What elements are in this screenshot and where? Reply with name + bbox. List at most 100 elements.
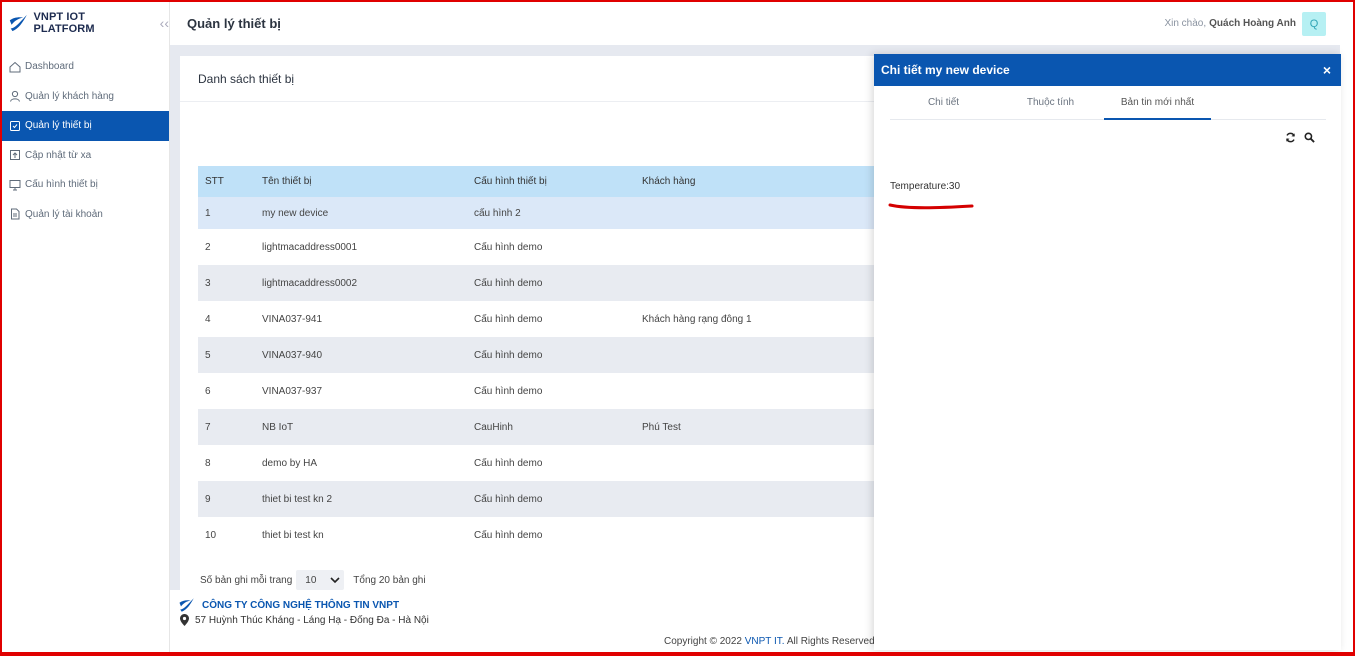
table-row[interactable]: 6 VINA037-937 Cấu hình demo [198,373,880,409]
column-header-customer: Khách hàng [642,176,696,187]
divider [180,101,880,102]
device-detail-panel: Chi tiết my new device × Chi tiết Thuộc t… [874,54,1341,650]
user-icon [9,90,21,102]
table-cell: 7 [205,421,211,433]
panel-tools [1285,132,1315,143]
address-text: 57 Huỳnh Thúc Kháng - Láng Hạ - Đống Đa … [195,614,429,626]
brand: VNPT IOT PLATFORM ‹‹ [2,2,169,44]
sidebar-item-5[interactable]: Cấu hình thiết bị [2,170,169,200]
table-cell: cấu hình 2 [474,207,521,219]
table-row[interactable]: 5 VINA037-940 Cấu hình demo [198,337,880,373]
table-row[interactable]: 10 thiet bi test kn Cấu hình demo [198,517,880,553]
page-size-select[interactable]: 10 [296,570,345,590]
red-annotation-underline [888,203,974,210]
copyright-prefix: Copyright © 2022 [664,636,742,647]
table-cell: thiet bi test kn [262,529,324,541]
table-row[interactable]: 4 VINA037-941 Cấu hình demo Khách hàng rạng… [198,301,880,337]
table-cell: Cấu hình demo [474,313,543,325]
page-title: Quản lý thiết bị [187,16,281,31]
search-icon[interactable] [1304,132,1315,143]
table-cell: 9 [205,493,211,505]
table-cell: demo by HA [262,457,318,469]
table-row[interactable]: 9 thiet bi test kn 2 Cấu hình demo [198,481,880,517]
sidebar-item-label: Quản lý tài khoản [25,208,103,220]
table-cell: Cấu hình demo [474,277,543,289]
table-cell: Cấu hình demo [474,493,543,505]
table-cell: 4 [205,313,211,325]
footer-address: 57 Huỳnh Thúc Kháng - Láng Hạ - Đống Đa … [180,614,429,626]
copyright-suffix: All Rights Reserved [786,636,875,647]
table-cell: Phú Test [642,421,681,433]
sidebar-item-3[interactable]: Quản lý thiết bị [2,111,169,141]
table-row[interactable]: 8 demo by HA Cấu hình demo [198,445,880,481]
table-cell: Cấu hình demo [474,241,543,253]
device-list-title: Danh sách thiết bị [198,72,295,86]
table-cell: VINA037-940 [262,349,323,361]
company-name: CÔNG TY CÔNG NGHỆ THÔNG TIN VNPT [202,599,400,611]
sidebar-item-label: Dashboard [25,61,74,73]
table-row[interactable]: 3 lightmacaddress0002 Cấu hình demo [198,265,880,301]
sidebar-item-label: Cấu hình thiết bị [25,179,98,191]
total-records: Tổng 20 bản ghi [353,574,426,586]
panel-title: Chi tiết my new device [881,63,1010,77]
sidebar-item-6[interactable]: Quản lý tài khoản [2,200,169,230]
panel-header: Chi tiết my new device × [874,54,1341,86]
table-cell: my new device [262,207,329,219]
table-cell: 3 [205,277,211,289]
device-icon [9,120,21,132]
table-cell: lightmacaddress0001 [262,241,358,253]
table-cell: thiet bi test kn 2 [262,493,333,505]
copyright: Copyright © 2022 VNPT IT. All Rights Res… [664,636,875,647]
sidebar-item-1[interactable]: Dashboard [2,52,169,82]
page-size-label: Số bản ghi mỗi trang [200,574,293,586]
table-cell: Cấu hình demo [474,457,543,469]
table-cell: 5 [205,349,211,361]
latest-telemetry: Temperature:30 [890,181,961,192]
chevron-down-icon [330,577,340,584]
close-icon[interactable]: × [1323,62,1331,78]
table-cell: 10 [205,529,217,541]
table-row[interactable]: 1 my new device cấu hình 2 [198,197,880,229]
table-cell: 8 [205,457,211,469]
sidebar-item-label: Quản lý thiết bị [25,120,92,132]
device-table: STT Tên thiết bị Cấu hình thiết bị Khách… [198,166,880,553]
user-name: Quách Hoàng Anh [1209,18,1296,29]
sidebar-item-4[interactable]: Cập nhật từ xa [2,141,169,171]
panel-tabs: Chi tiết Thuộc tính Bản tin mới nhất [890,92,1326,120]
table-body: 1 my new device cấu hình 2 2 lightmacaddress… [198,197,880,553]
upload-icon [9,149,21,161]
user-area: Xin chào, Quách Hoàng Anh Q [1164,11,1326,36]
table-cell: Cấu hình demo [474,529,543,541]
collapse-sidebar-icon[interactable]: ‹‹ [160,15,169,31]
table-cell: VINA037-941 [262,313,323,325]
table-cell: lightmacaddress0002 [262,277,358,289]
tab-3[interactable]: Bản tin mới nhất [1104,92,1211,120]
table-cell: 2 [205,241,211,253]
sidebar-item-label: Quản lý khách hàng [25,90,114,102]
tab-2[interactable]: Thuộc tính [997,92,1104,119]
device-list-card: Danh sách thiết bị STT Tên thiết bị Cấu … [180,56,880,590]
sidebar-menu: Dashboard Quản lý khách hàng Quản lý thiết… [2,52,169,229]
footer-company: CÔNG TY CÔNG NGHỆ THÔNG TIN VNPT [178,596,399,614]
tab-1[interactable]: Chi tiết [890,92,997,119]
pagination: Số bản ghi mỗi trang 10 Tổng 20 bản ghi [200,570,426,590]
table-row[interactable]: 2 lightmacaddress0001 Cấu hình demo [198,229,880,265]
table-cell: CauHinh [474,421,513,433]
sidebar-item-2[interactable]: Quản lý khách hàng [2,82,169,112]
table-cell: Cấu hình demo [474,385,543,397]
vnpt-logo-icon [9,14,27,32]
top-header: Quản lý thiết bị Xin chào, Quách Hoàng A… [170,2,1340,45]
brand-name: VNPT IOT PLATFORM [33,11,95,35]
table-cell: VINA037-937 [262,385,323,397]
home-icon [9,61,21,73]
table-row[interactable]: 7 NB IoT CauHinh Phú Test [198,409,880,445]
avatar[interactable]: Q [1302,11,1326,36]
refresh-icon[interactable] [1285,132,1296,143]
sidebar-item-label: Cập nhật từ xa [25,149,92,161]
location-pin-icon [180,614,189,626]
column-header-name: Tên thiết bị [262,176,312,187]
file-icon [9,208,21,220]
table-cell: 1 [205,207,211,219]
table-cell: Cấu hình demo [474,349,543,361]
copyright-brand-link[interactable]: VNPT IT. [745,636,785,647]
